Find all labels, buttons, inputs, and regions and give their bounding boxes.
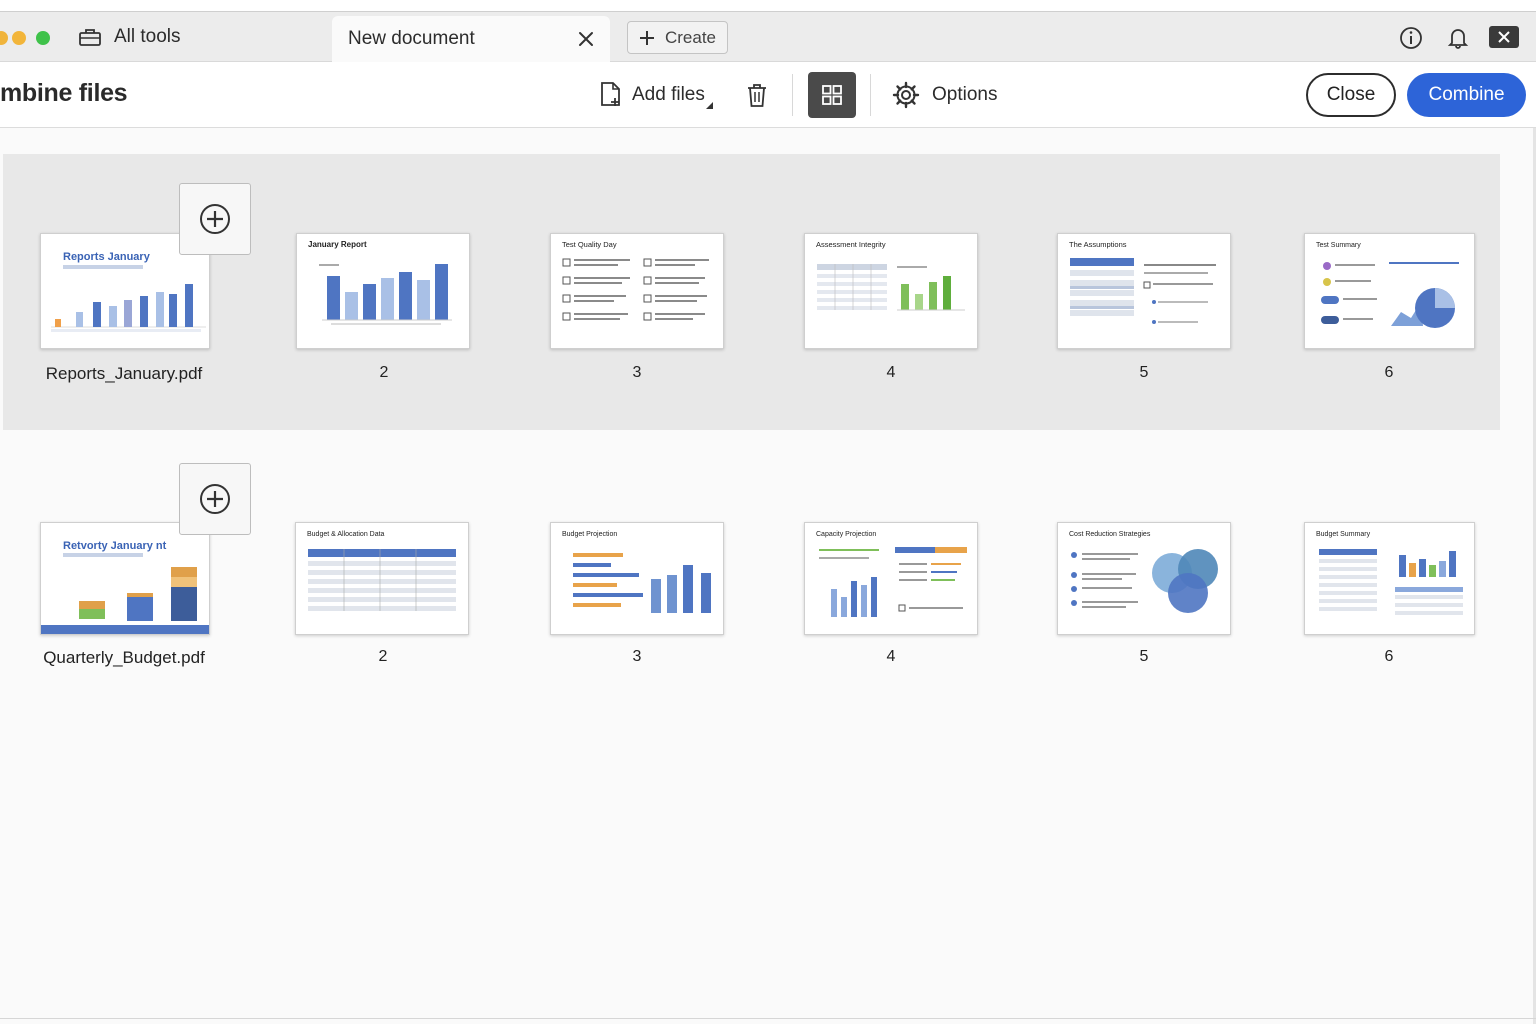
page-number: 5 bbox=[1139, 364, 1149, 381]
page-thumbnail-4[interactable]: Assessment Integrity bbox=[804, 233, 978, 349]
svg-text:Budget Projection: Budget Projection bbox=[562, 531, 617, 538]
add-circle-icon bbox=[200, 484, 230, 514]
page-preview: Test Summary bbox=[1316, 242, 1459, 328]
thumbnail-title: Retvorty January nt bbox=[63, 540, 167, 552]
tab-new-document[interactable]: New document bbox=[332, 16, 610, 62]
grid-view-button[interactable] bbox=[808, 72, 856, 118]
page-thumbnail-4[interactable]: Capacity Projection bbox=[804, 522, 978, 635]
page-number: 3 bbox=[632, 364, 642, 381]
svg-text:Capacity Projection: Capacity Projection bbox=[816, 531, 876, 538]
svg-text:Test Summary: Test Summary bbox=[1316, 242, 1361, 249]
window-minimize-button[interactable] bbox=[12, 31, 26, 45]
insert-file-button[interactable] bbox=[179, 183, 251, 255]
add-files-dropdown-caret[interactable] bbox=[706, 102, 713, 109]
insert-file-button[interactable] bbox=[179, 463, 251, 535]
page-preview: Budget & Allocation Data bbox=[307, 531, 456, 611]
page-number: 3 bbox=[632, 648, 642, 665]
page-preview: The Assumptions bbox=[1069, 240, 1216, 324]
page-number: 2 bbox=[378, 648, 388, 665]
svg-text:Cost Reduction Strategies: Cost Reduction Strategies bbox=[1069, 531, 1151, 538]
close-icon bbox=[1498, 31, 1510, 43]
page-number: 2 bbox=[379, 364, 389, 381]
page-thumbnail-5[interactable]: Cost Reduction Strategies bbox=[1057, 522, 1231, 635]
close-button[interactable]: Close bbox=[1306, 73, 1396, 117]
add-circle-icon bbox=[200, 204, 230, 234]
options-button[interactable]: Options bbox=[892, 81, 997, 109]
close-tab-icon[interactable] bbox=[574, 27, 598, 51]
toolbox-icon bbox=[79, 29, 101, 46]
page-number: 4 bbox=[886, 648, 896, 665]
svg-text:Budget Summary: Budget Summary bbox=[1316, 531, 1371, 538]
page-title: mbine files bbox=[0, 79, 128, 107]
trash-icon[interactable] bbox=[743, 81, 771, 109]
file-name: Quarterly_Budget.pdf bbox=[43, 648, 205, 667]
window-top-border bbox=[0, 0, 1536, 12]
thumbnail-title: Reports January bbox=[63, 251, 151, 263]
svg-text:The Assumptions: The Assumptions bbox=[1069, 240, 1127, 249]
page-thumbnail-2[interactable]: Budget & Allocation Data bbox=[295, 522, 469, 635]
page-thumbnail-3[interactable]: Test Quality Day bbox=[550, 233, 724, 349]
svg-text:January Report: January Report bbox=[308, 240, 367, 249]
page-preview: Budget Summary bbox=[1316, 531, 1463, 615]
gear-icon bbox=[892, 81, 920, 109]
plus-icon bbox=[639, 30, 654, 45]
all-tools-tab[interactable]: All tools bbox=[78, 12, 181, 62]
page-number: 4 bbox=[886, 364, 896, 381]
window-bottom-border bbox=[0, 1018, 1536, 1019]
file-name: Reports_January.pdf bbox=[45, 364, 203, 383]
toolbar-divider bbox=[870, 74, 871, 116]
tab-bar: All tools New document Create bbox=[0, 12, 1536, 62]
page-thumbnail-6[interactable]: Test Summary bbox=[1304, 233, 1475, 349]
add-files-button[interactable]: Add files bbox=[598, 81, 705, 109]
page-preview: Cost Reduction Strategies bbox=[1069, 531, 1218, 613]
page-thumbnail-3[interactable]: Budget Projection bbox=[550, 522, 724, 635]
all-tools-label: All tools bbox=[114, 26, 181, 47]
grid-view-icon bbox=[822, 85, 842, 105]
add-file-icon bbox=[601, 82, 620, 106]
page-number: 6 bbox=[1384, 364, 1394, 381]
page-preview: Assessment Integrity bbox=[816, 240, 965, 311]
toolbar-divider bbox=[792, 74, 793, 116]
page-preview: Test Quality Day bbox=[562, 240, 709, 321]
page-thumbnail-5[interactable]: The Assumptions bbox=[1057, 233, 1231, 349]
page-preview: Retvorty January nt bbox=[41, 540, 209, 634]
options-label: Options bbox=[932, 84, 998, 105]
window-minimize-dot[interactable] bbox=[0, 31, 8, 45]
info-icon[interactable] bbox=[1398, 25, 1424, 51]
file-group-quarterly-budget[interactable]: Retvorty January nt Quarterly_Budget.pdf… bbox=[3, 436, 1500, 712]
page-number: 6 bbox=[1384, 648, 1394, 665]
page-preview: Capacity Projection bbox=[816, 531, 967, 617]
page-preview: Budget Projection bbox=[562, 531, 711, 613]
svg-text:Test Quality Day: Test Quality Day bbox=[562, 240, 617, 249]
page-number: 5 bbox=[1139, 648, 1149, 665]
window-close-button[interactable] bbox=[1489, 26, 1519, 48]
tab-title: New document bbox=[348, 28, 475, 49]
bell-icon[interactable] bbox=[1445, 25, 1471, 51]
create-button[interactable]: Create bbox=[627, 21, 728, 54]
window-zoom-button[interactable] bbox=[36, 31, 50, 45]
svg-text:Assessment Integrity: Assessment Integrity bbox=[816, 240, 886, 249]
file-group-reports-january[interactable]: Reports January Reports_January.pdf Janu… bbox=[3, 154, 1500, 430]
svg-text:Budget & Allocation Data: Budget & Allocation Data bbox=[307, 531, 385, 538]
page-preview: January Report bbox=[308, 240, 452, 325]
page-thumbnail-2[interactable]: January Report bbox=[296, 233, 470, 349]
combine-button[interactable]: Combine bbox=[1407, 73, 1526, 117]
page-thumbnail-6[interactable]: Budget Summary bbox=[1304, 522, 1475, 635]
create-label: Create bbox=[664, 27, 717, 47]
add-files-label: Add files bbox=[632, 84, 705, 105]
combine-toolbar: mbine files Add files Options Close Comb… bbox=[0, 62, 1536, 128]
page-thumbnail-1[interactable]: Retvorty January nt bbox=[40, 522, 210, 635]
